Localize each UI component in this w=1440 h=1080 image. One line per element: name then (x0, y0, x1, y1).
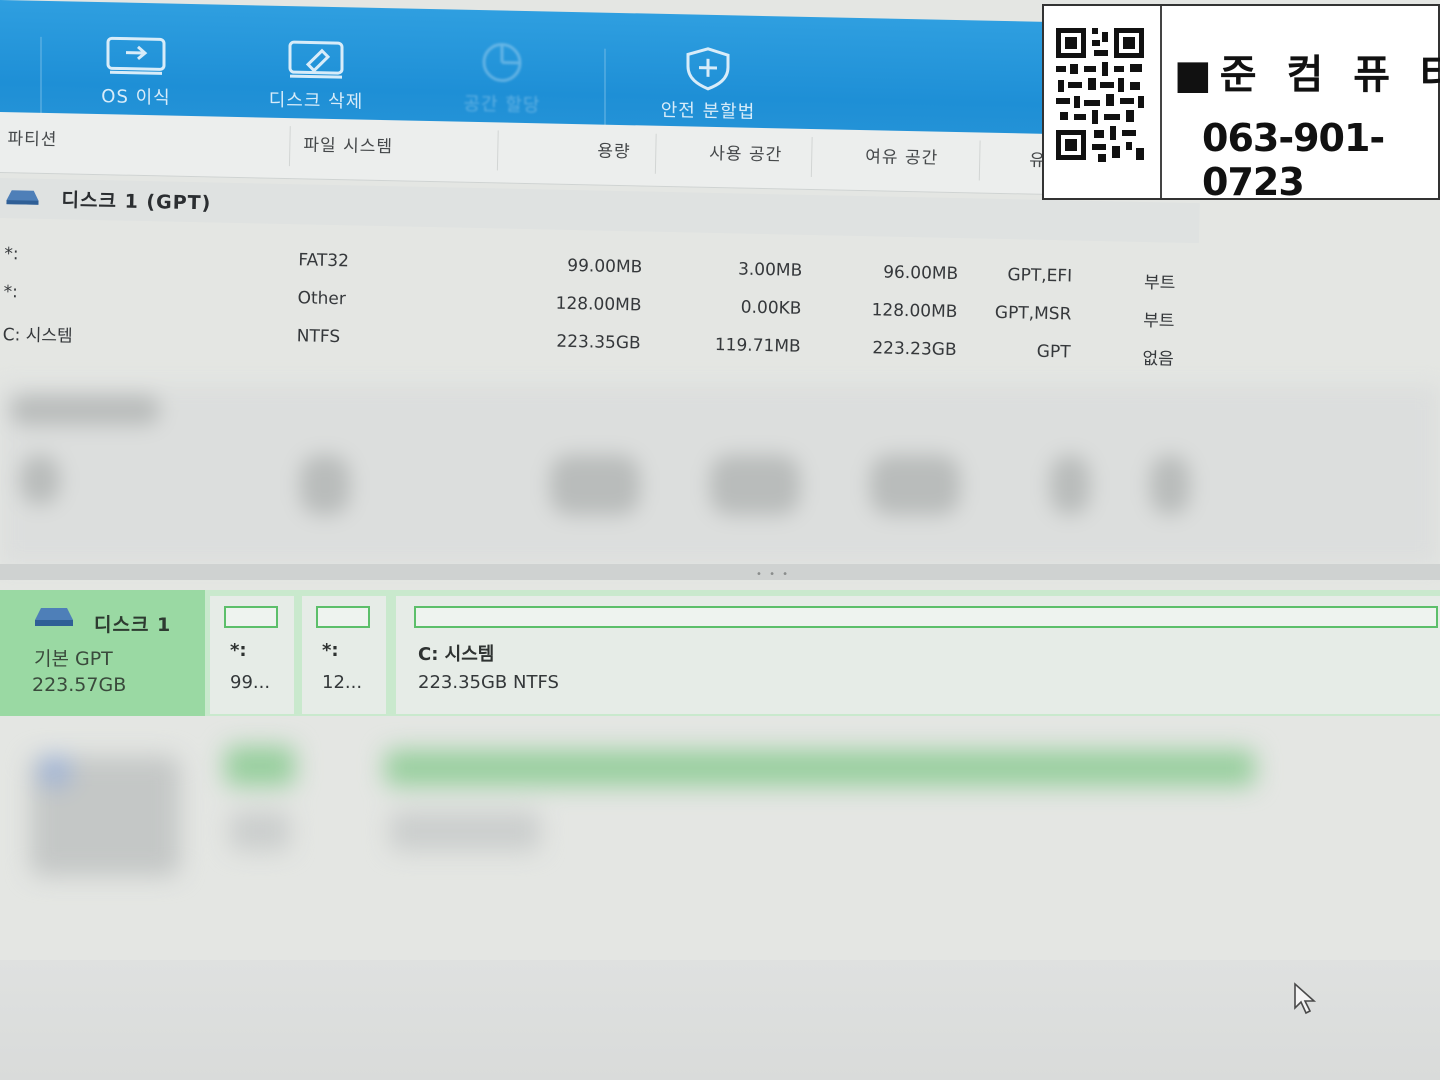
partition-block-size: 99... (230, 672, 271, 693)
disk-map-info[interactable]: 디스크 1 기본 GPT 223.57GB (0, 590, 205, 716)
blurred-cell (230, 811, 290, 851)
partition-usage-bar (414, 606, 1438, 628)
cell-capacity: 128.00MB (555, 293, 642, 316)
column-capacity[interactable]: 용량 (597, 137, 631, 163)
partition-block[interactable]: C: 시스템 223.35GB NTFS (396, 596, 1440, 714)
cell-filesystem: Other (297, 288, 347, 310)
allocate-space-button[interactable]: 공간 할당 (432, 39, 572, 118)
disk-map-size: 223.57GB (32, 674, 127, 696)
safe-partition-button[interactable]: 안전 분할법 (638, 43, 778, 124)
disk-icon (6, 190, 39, 205)
shop-name: ■준 컴 퓨 터■ (1174, 52, 1440, 98)
cell-status: 부트 (1143, 310, 1175, 332)
partition-usage-bar (316, 606, 370, 628)
blurred-cell (550, 455, 640, 515)
screen-bottom (0, 960, 1440, 1080)
os-migrate-label: OS 이식 (101, 86, 171, 109)
cell-free: 128.00MB (871, 300, 958, 323)
disk-migrate-icon (106, 36, 166, 75)
wipe-disk-label: 디스크 삭제 (268, 89, 364, 113)
os-migrate-button[interactable]: OS 이식 (66, 31, 206, 110)
cell-filesystem: FAT32 (298, 250, 350, 272)
cell-type: GPT,MSR (994, 302, 1072, 325)
toolbar-separator (604, 48, 606, 129)
cell-free: 223.23GB (872, 338, 957, 361)
partition-block-name: *: (230, 640, 247, 661)
disk-icon (35, 608, 73, 626)
partition-block-size: 12... (322, 672, 363, 693)
cell-status: 없음 (1142, 348, 1174, 370)
cell-capacity: 223.35GB (556, 331, 641, 354)
cell-used: 119.71MB (714, 335, 801, 357)
partition-list: 디스크 1 (GPT) *: FAT32 99.00MB 3.00MB 96.0… (0, 178, 1200, 413)
disk-wipe-icon (288, 40, 344, 79)
safe-partition-label: 안전 분할법 (660, 99, 756, 123)
partition-block-name: C: 시스템 (418, 644, 495, 665)
pane-splitter[interactable]: • • • (0, 564, 1440, 580)
cell-free: 96.00MB (883, 262, 959, 285)
splitter-grip[interactable]: • • • (756, 569, 790, 580)
pie-allocate-icon (482, 43, 522, 83)
shop-phone: 063-901-0723 (1202, 116, 1385, 204)
blurred-cell (390, 811, 540, 851)
blurred-cell (710, 455, 800, 515)
cell-partition: C: 시스템 (2, 325, 73, 347)
qr-code-icon (1054, 26, 1146, 164)
disk-map-type: 기본 GPT (34, 648, 113, 670)
blurred-bar (385, 750, 1255, 786)
cell-used: 3.00MB (737, 259, 803, 281)
column-partition[interactable]: 파티션 (7, 124, 57, 150)
blurred-cell (1050, 455, 1090, 515)
column-filesystem[interactable]: 파일 시스템 (303, 130, 393, 157)
toolbar-separator (40, 36, 42, 117)
allocate-space-label: 공간 할당 (463, 93, 541, 117)
blurred-cell (20, 455, 60, 505)
cell-capacity: 99.00MB (567, 255, 643, 278)
column-divider (810, 137, 813, 178)
cell-partition: *: (4, 244, 19, 265)
shop-watermark: ■준 컴 퓨 터■ 063-901-0723 (1042, 4, 1440, 204)
cell-filesystem: NTFS (296, 326, 341, 348)
partition-block[interactable]: *: 99... (210, 596, 294, 714)
disk-map-title: 디스크 1 (94, 614, 172, 636)
blurred-bar (225, 746, 295, 786)
column-free[interactable]: 여유 공간 (865, 142, 938, 169)
shield-plus-icon (686, 47, 730, 91)
disk-header-label: 디스크 1 (GPT) (61, 189, 212, 215)
cell-used: 0.00KB (740, 297, 802, 319)
blurred-disk2-header (10, 395, 160, 425)
partition-block[interactable]: *: 12... (302, 596, 386, 714)
cell-type: GPT (1036, 341, 1071, 363)
column-used[interactable]: 사용 공간 (709, 139, 782, 166)
blurred-disk2-list (0, 385, 1440, 565)
partition-usage-bar (224, 606, 278, 628)
blurred-cell (300, 455, 350, 515)
disk-map-row[interactable]: 디스크 1 기본 GPT 223.57GB *: 99... *: 12... … (0, 590, 1440, 716)
blurred-cell (870, 455, 960, 515)
overlay-divider (1160, 6, 1162, 198)
column-divider (496, 130, 499, 171)
column-divider (654, 133, 657, 174)
blurred-disk2-map (0, 716, 1440, 976)
cell-status: 부트 (1143, 272, 1176, 294)
partition-block-name: *: (322, 640, 339, 661)
cell-partition: *: (3, 282, 19, 303)
partition-block-size: 223.35GB NTFS (418, 672, 559, 693)
wipe-disk-button[interactable]: 디스크 삭제 (246, 35, 386, 114)
blurred-cell (1150, 455, 1190, 515)
blurred-disk-icon (40, 756, 70, 786)
column-divider (978, 140, 981, 181)
mouse-cursor-icon (1294, 982, 1317, 1015)
cell-type: GPT,EFI (1007, 265, 1073, 287)
column-divider (288, 126, 291, 167)
